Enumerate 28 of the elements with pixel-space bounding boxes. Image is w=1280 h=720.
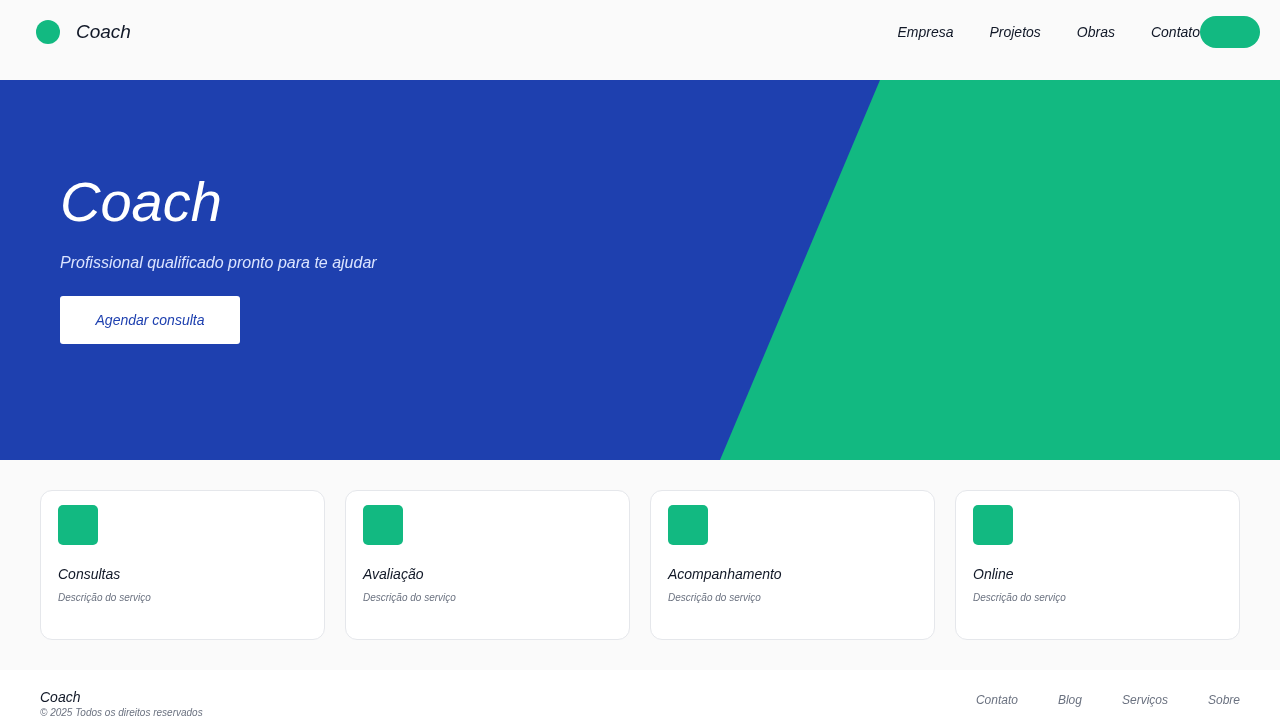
service-icon: [668, 505, 708, 545]
copyright-text: © 2025 Todos os direitos reservados: [40, 707, 203, 719]
nav-link[interactable]: Contato: [1150, 24, 1200, 40]
menu-button[interactable]: [1200, 16, 1260, 48]
nav-link[interactable]: Projetos: [989, 24, 1041, 40]
service-title: Online: [973, 566, 1015, 582]
service-description: Descrição do serviço: [58, 592, 152, 603]
service-title: Acompanhamento: [668, 566, 783, 582]
hero-subtitle: Profissional qualificado pronto para te ajudar: [60, 254, 378, 272]
brand-name[interactable]: Coach: [76, 21, 131, 43]
nav-link[interactable]: Obras: [1076, 24, 1115, 40]
service-icon: [973, 505, 1013, 545]
footer-link[interactable]: Sobre: [1207, 689, 1240, 720]
service-description: Descrição do serviço: [363, 592, 457, 603]
service-icon: [58, 505, 98, 545]
hero-title: Coach: [60, 169, 223, 235]
schedule-button[interactable]: Agendar consulta: [60, 296, 240, 344]
footer-link[interactable]: Contato: [975, 689, 1018, 720]
service-icon: [363, 505, 403, 545]
footer-brand: Coach: [40, 689, 82, 705]
footer-link[interactable]: Serviços: [1121, 689, 1168, 720]
service-title: Consultas: [58, 566, 122, 582]
service-title: Avaliação: [363, 566, 425, 582]
service-description: Descrição do serviço: [668, 592, 762, 603]
footer-link[interactable]: Blog: [1057, 689, 1082, 720]
logo-icon: [36, 20, 60, 44]
nav-link[interactable]: Empresa: [897, 24, 954, 40]
service-description: Descrição do serviço: [973, 592, 1067, 603]
